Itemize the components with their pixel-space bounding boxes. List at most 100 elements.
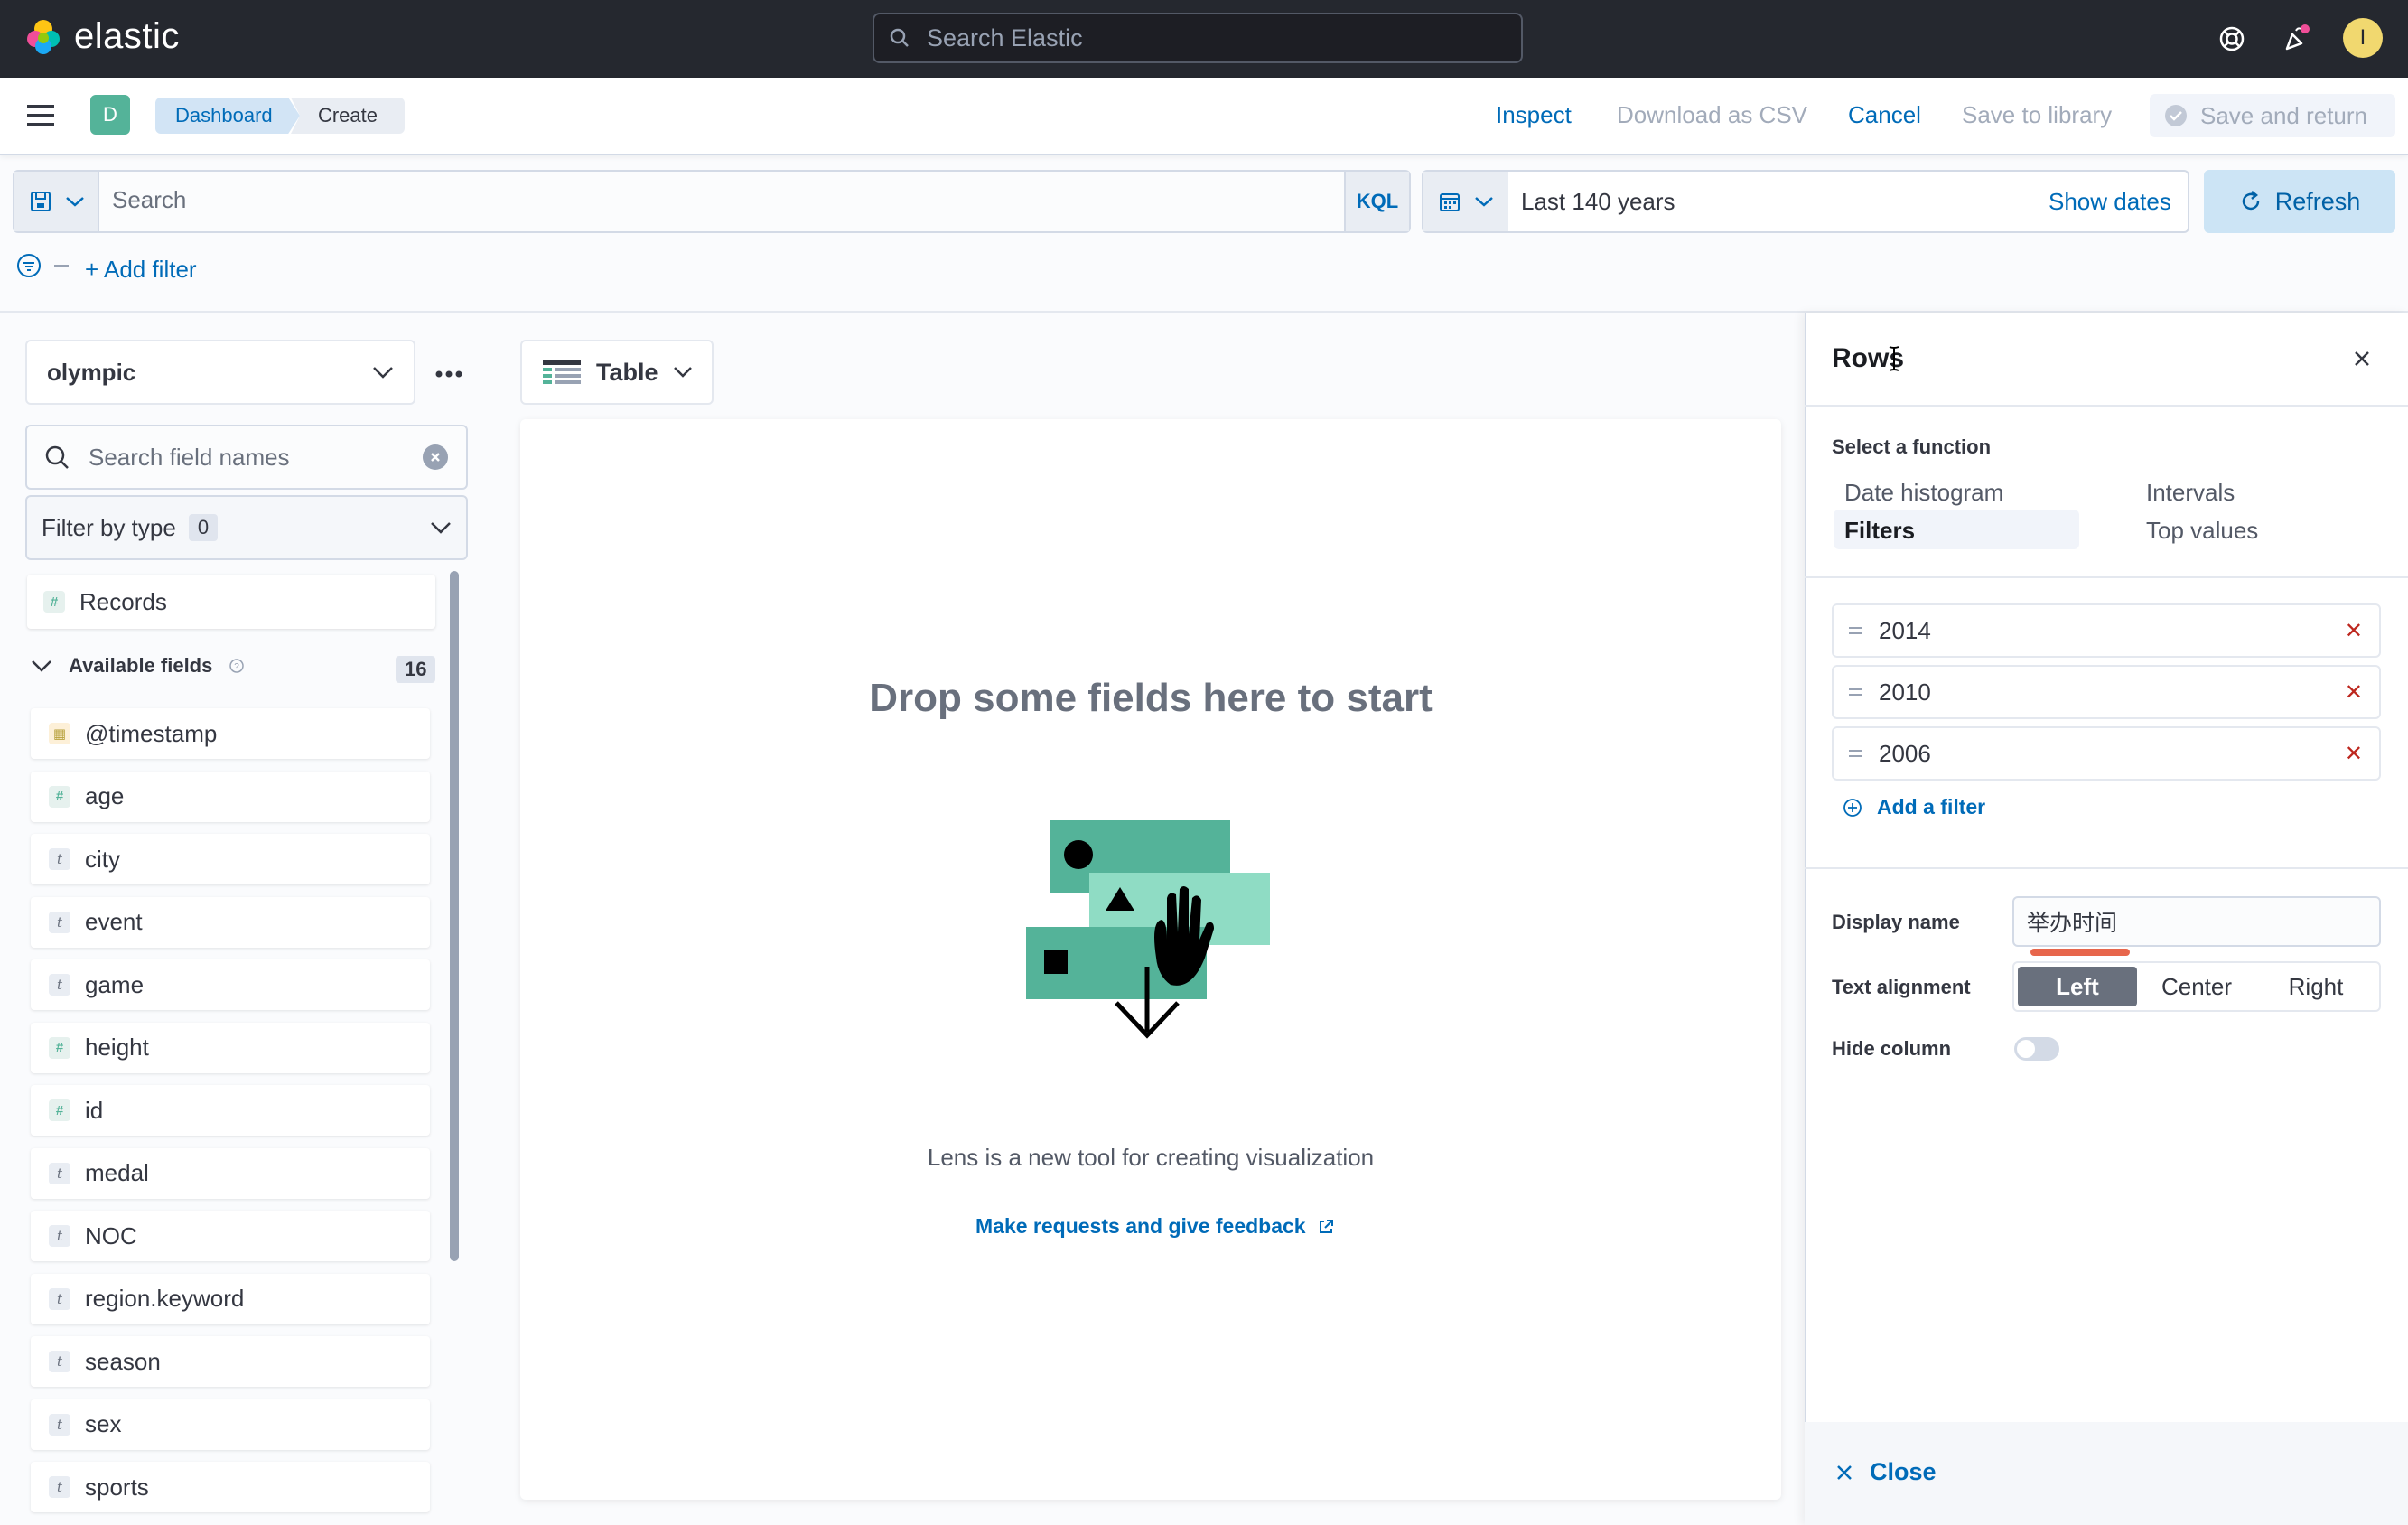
drag-handle-icon[interactable] [1848, 687, 1862, 697]
chevron-down-icon [66, 197, 84, 207]
search-icon [45, 445, 69, 469]
available-fields-label: Available fields [69, 654, 213, 677]
close-button[interactable]: Close [1834, 1458, 1937, 1486]
elastic-logo[interactable]: elastic [25, 16, 180, 57]
field-list-scrollbar[interactable] [450, 571, 459, 1261]
breadcrumb-dashboard[interactable]: Dashboard [155, 98, 300, 134]
time-range-value[interactable]: Last 140 years [1521, 188, 1675, 216]
field-name: event [85, 908, 143, 935]
string-type-icon: t [49, 911, 70, 933]
filter-by-type-button[interactable]: Filter by type 0 [25, 495, 468, 560]
function-top-values[interactable]: Top values [2146, 517, 2258, 545]
available-fields-toggle[interactable]: Available fields ? [31, 654, 437, 678]
filter-item[interactable]: 2006 ✕ [1832, 726, 2381, 781]
function-intervals[interactable]: Intervals [2146, 479, 2235, 507]
number-type-icon: # [43, 591, 65, 613]
inspect-button[interactable]: Inspect [1496, 101, 1572, 129]
field-name: city [85, 845, 120, 873]
search-icon [890, 28, 909, 47]
info-icon[interactable]: ? [229, 658, 245, 674]
function-date-histogram[interactable]: Date histogram [1844, 479, 2003, 507]
query-bar [13, 170, 1411, 233]
global-search-input[interactable]: Search Elastic [873, 13, 1523, 63]
brand-name: elastic [74, 16, 180, 56]
chevron-down-icon [1475, 197, 1493, 207]
refresh-button[interactable]: Refresh [2204, 170, 2395, 233]
number-type-icon: # [49, 785, 70, 808]
save-icon [31, 192, 51, 211]
field-item-id[interactable]: # id [31, 1085, 430, 1136]
field-search-input[interactable]: Search field names [25, 425, 468, 490]
align-left-button[interactable]: Left [2018, 967, 2137, 1006]
cancel-button[interactable]: Cancel [1848, 101, 1921, 129]
add-filter-button[interactable]: + Add filter [85, 256, 197, 284]
hide-column-toggle[interactable] [2014, 1037, 2059, 1061]
menu-icon[interactable] [27, 103, 56, 133]
feedback-link[interactable]: Make requests and give feedback [975, 1214, 1335, 1239]
table-icon [543, 360, 581, 384]
field-records[interactable]: # Records [27, 575, 435, 629]
field-item-height[interactable]: # height [31, 1022, 430, 1073]
field-item-noc[interactable]: t NOC [31, 1211, 430, 1261]
saved-query-button[interactable] [14, 172, 99, 231]
field-item-game[interactable]: t game [31, 959, 430, 1010]
close-icon[interactable] [2348, 345, 2375, 372]
align-center-button[interactable]: Center [2137, 967, 2256, 1006]
align-right-button[interactable]: Right [2256, 967, 2375, 1006]
field-name: NOC [85, 1221, 137, 1249]
field-name: season [85, 1347, 161, 1375]
select-function-label: Select a function [1832, 435, 1992, 458]
spellcheck-underline [2030, 949, 2130, 956]
more-options-icon[interactable] [428, 356, 470, 392]
field-item-city[interactable]: t city [31, 834, 430, 884]
field-name: age [85, 782, 125, 809]
function-filters[interactable]: Filters [1844, 517, 1915, 545]
field-item-region-keyword[interactable]: t region.keyword [31, 1273, 430, 1324]
field-item-age[interactable]: # age [31, 771, 430, 822]
space-avatar[interactable]: D [90, 95, 130, 135]
filter-separator [54, 265, 69, 267]
chevron-down-icon [32, 660, 51, 672]
kql-language-button[interactable]: KQL [1344, 172, 1409, 231]
number-type-icon: # [49, 1036, 70, 1059]
field-item-sex[interactable]: t sex [31, 1399, 430, 1450]
filter-item[interactable]: 2010 ✕ [1832, 665, 2381, 719]
flyout-divider [1805, 405, 2408, 407]
text-alignment-group: Left Center Right [2012, 961, 2381, 1012]
flyout-divider [1805, 867, 2408, 869]
save-to-library-button[interactable]: Save to library [1962, 101, 2112, 129]
text-cursor-icon [1888, 345, 1900, 377]
save-and-return-button[interactable]: Save and return [2150, 94, 2395, 137]
index-pattern-selector[interactable]: olympic [25, 340, 415, 405]
help-icon[interactable] [2211, 18, 2253, 60]
add-filter-link[interactable]: Add a filter [1843, 795, 1985, 819]
newsfeed-icon[interactable] [2276, 18, 2318, 60]
user-avatar[interactable]: I [2343, 18, 2383, 58]
drag-handle-icon[interactable] [1848, 625, 1862, 636]
quick-time-menu-button[interactable] [1423, 172, 1508, 231]
remove-filter-icon[interactable]: ✕ [2345, 679, 2363, 706]
drag-handle-icon[interactable] [1848, 748, 1862, 759]
close-label: Close [1870, 1458, 1937, 1485]
download-csv-button[interactable]: Download as CSV [1617, 101, 1807, 129]
field-item-medal[interactable]: t medal [31, 1147, 430, 1199]
display-name-input[interactable]: 举办时间 [2012, 896, 2381, 947]
field-item-season[interactable]: t season [31, 1336, 430, 1387]
remove-filter-icon[interactable]: ✕ [2345, 741, 2363, 767]
field-item-event[interactable]: t event [31, 896, 430, 948]
close-icon [1837, 1464, 1852, 1480]
clear-search-icon[interactable] [423, 444, 448, 470]
query-search-input[interactable]: Search [112, 186, 186, 214]
visualization-type-label: Table [596, 358, 658, 386]
filter-item[interactable]: 2014 ✕ [1832, 603, 2381, 658]
field-name: @timestamp [85, 719, 218, 747]
filter-options-button[interactable] [16, 253, 69, 278]
visualization-type-switcher[interactable]: Table [520, 340, 714, 405]
show-dates-button[interactable]: Show dates [2049, 188, 2171, 216]
feedback-link-label: Make requests and give feedback [975, 1214, 1306, 1238]
remove-filter-icon[interactable]: ✕ [2345, 618, 2363, 644]
string-type-icon: t [49, 974, 70, 996]
filter-by-type-label: Filter by type [42, 513, 176, 541]
field-item-sports[interactable]: t sports [31, 1462, 430, 1512]
field-item-timestamp[interactable]: ▦ @timestamp [31, 708, 430, 759]
